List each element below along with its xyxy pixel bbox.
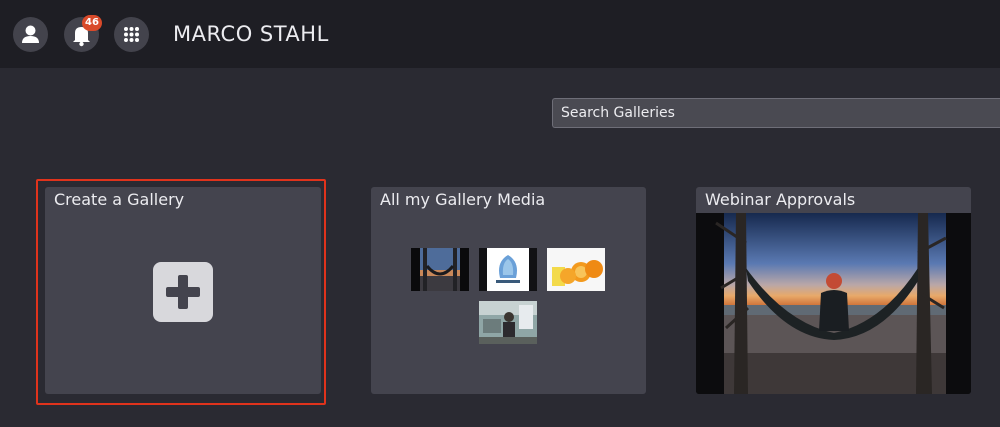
top-bar: 46 MARCO STAHL <box>0 0 1000 68</box>
profile-icon <box>22 25 39 43</box>
hammock-at-dusk-photo[interactable] <box>696 213 971 394</box>
plus-icon[interactable] <box>153 262 213 322</box>
all-gallery-media-card[interactable]: All my Gallery Media <box>371 187 646 394</box>
search-galleries-input[interactable] <box>552 98 1000 128</box>
notification-count-badge: 46 <box>82 15 102 31</box>
create-gallery-card[interactable]: Create a Gallery <box>45 187 321 394</box>
user-name: MARCO STAHL <box>173 22 329 46</box>
hammock-thumbnail[interactable] <box>411 248 469 291</box>
card-title: Webinar Approvals <box>705 190 856 209</box>
profile-button[interactable] <box>13 17 48 52</box>
oranges-thumbnail[interactable] <box>547 248 605 291</box>
person-room-thumbnail[interactable] <box>479 301 537 344</box>
apps-grid-icon <box>124 27 139 42</box>
apps-menu-button[interactable] <box>114 17 149 52</box>
card-title: Create a Gallery <box>54 190 185 209</box>
projectus-logo-thumbnail[interactable] <box>479 248 537 291</box>
webinar-approvals-card[interactable]: Webinar Approvals <box>696 187 971 394</box>
card-title: All my Gallery Media <box>380 190 546 209</box>
